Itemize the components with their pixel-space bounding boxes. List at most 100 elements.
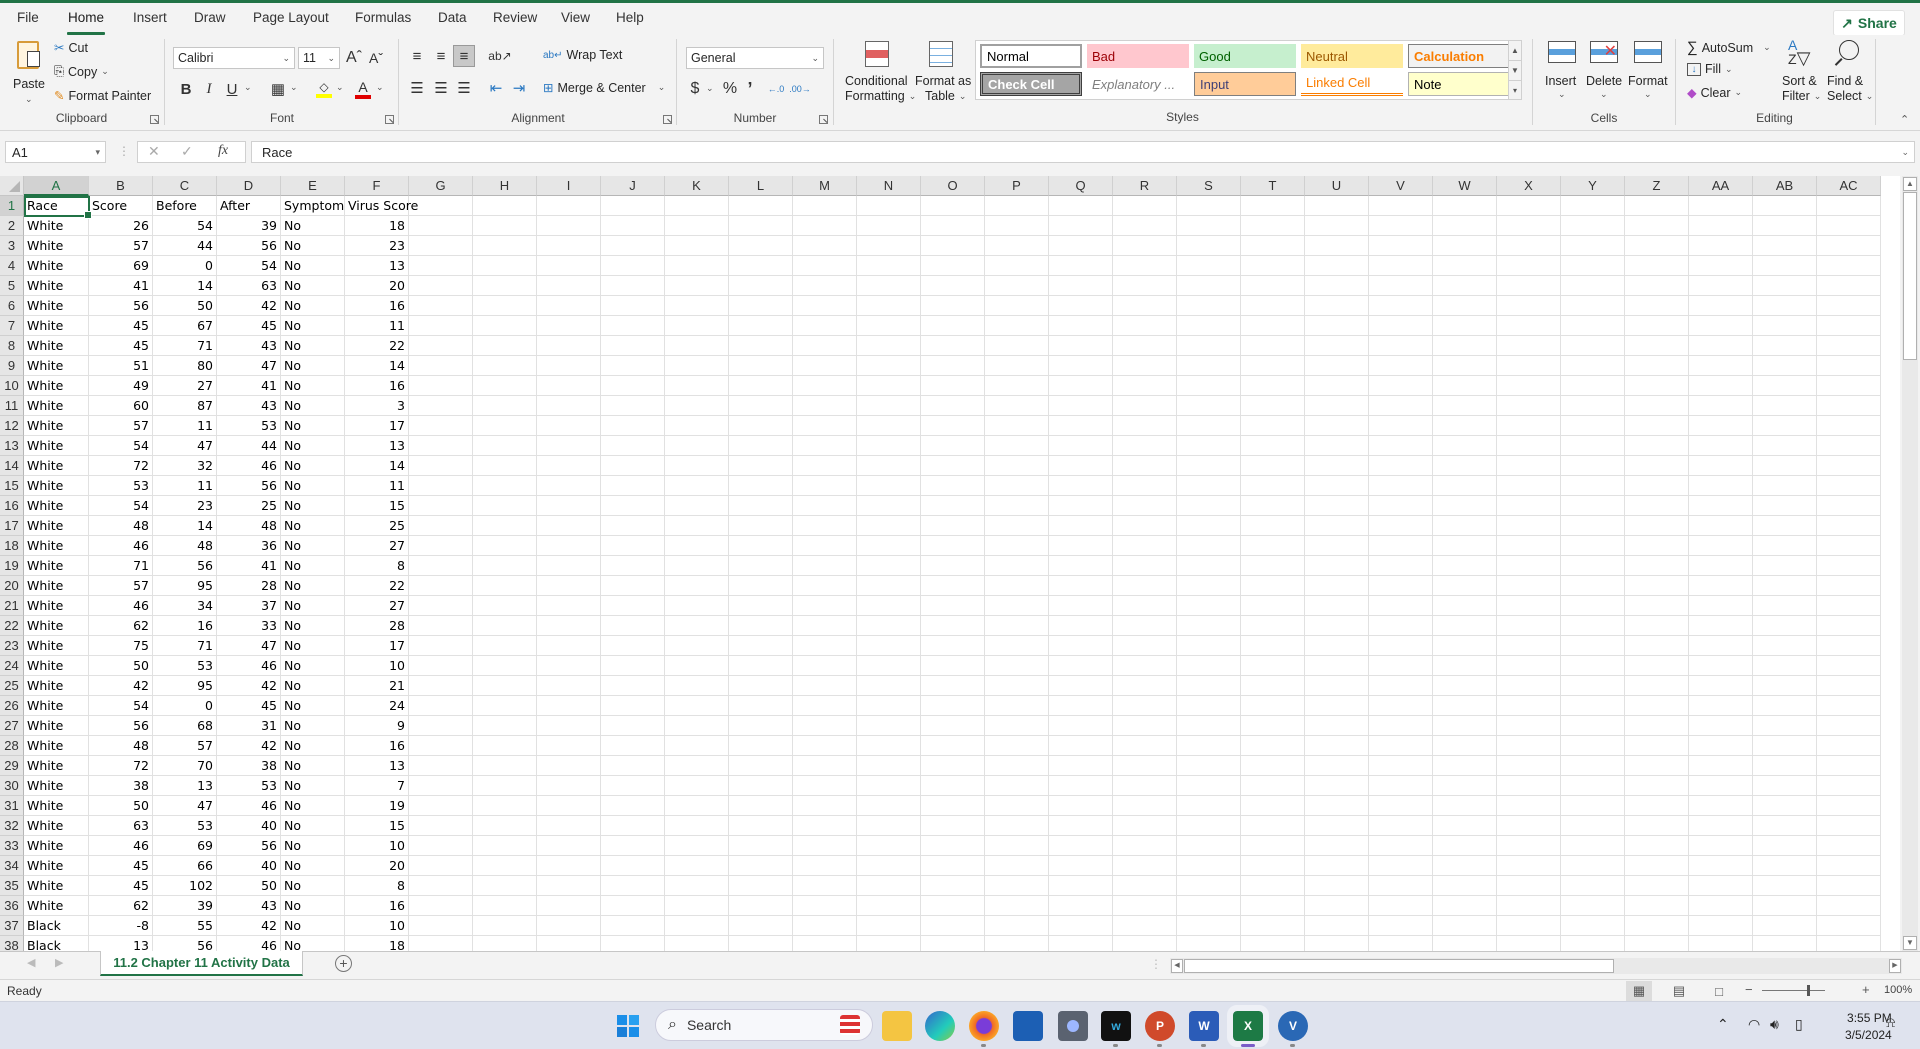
- cell-k30[interactable]: [665, 776, 729, 796]
- row-header-32[interactable]: 32: [0, 816, 24, 836]
- cell-ac9[interactable]: [1817, 356, 1881, 376]
- cell-d17[interactable]: 48: [217, 516, 281, 536]
- cell-r7[interactable]: [1113, 316, 1177, 336]
- cell-g12[interactable]: [409, 416, 473, 436]
- cell-f13[interactable]: 13: [345, 436, 409, 456]
- cell-n19[interactable]: [857, 556, 921, 576]
- cell-n27[interactable]: [857, 716, 921, 736]
- column-header-d[interactable]: D: [217, 176, 281, 196]
- cell-f27[interactable]: 9: [345, 716, 409, 736]
- cell-v28[interactable]: [1369, 736, 1433, 756]
- tab-formulas[interactable]: Formulas: [355, 10, 411, 25]
- cell-d1[interactable]: After: [217, 196, 281, 216]
- cell-r30[interactable]: [1113, 776, 1177, 796]
- edge-icon[interactable]: [925, 1011, 955, 1041]
- cell-y14[interactable]: [1561, 456, 1625, 476]
- cell-m38[interactable]: [793, 936, 857, 951]
- cell-y16[interactable]: [1561, 496, 1625, 516]
- cell-ac26[interactable]: [1817, 696, 1881, 716]
- bold-button[interactable]: B: [176, 78, 196, 100]
- cell-h38[interactable]: [473, 936, 537, 951]
- cell-c4[interactable]: 0: [153, 256, 217, 276]
- cell-j12[interactable]: [601, 416, 665, 436]
- cell-o14[interactable]: [921, 456, 985, 476]
- cell-ac27[interactable]: [1817, 716, 1881, 736]
- cell-z18[interactable]: [1625, 536, 1689, 556]
- cell-n37[interactable]: [857, 916, 921, 936]
- cell-x32[interactable]: [1497, 816, 1561, 836]
- cell-y3[interactable]: [1561, 236, 1625, 256]
- cell-q13[interactable]: [1049, 436, 1113, 456]
- cell-s16[interactable]: [1177, 496, 1241, 516]
- cell-v36[interactable]: [1369, 896, 1433, 916]
- cell-u7[interactable]: [1305, 316, 1369, 336]
- cell-o30[interactable]: [921, 776, 985, 796]
- cell-w20[interactable]: [1433, 576, 1497, 596]
- cell-m17[interactable]: [793, 516, 857, 536]
- tab-view[interactable]: View: [561, 10, 590, 25]
- cell-b33[interactable]: 46: [89, 836, 153, 856]
- cell-ab30[interactable]: [1753, 776, 1817, 796]
- cell-m1[interactable]: [793, 196, 857, 216]
- cell-e4[interactable]: No: [281, 256, 345, 276]
- number-dialog-launcher-icon[interactable]: [819, 115, 828, 124]
- cell-aa25[interactable]: [1689, 676, 1753, 696]
- cell-n4[interactable]: [857, 256, 921, 276]
- cell-ac38[interactable]: [1817, 936, 1881, 951]
- cell-a20[interactable]: White: [24, 576, 89, 596]
- cell-s28[interactable]: [1177, 736, 1241, 756]
- cell-w3[interactable]: [1433, 236, 1497, 256]
- cell-i30[interactable]: [537, 776, 601, 796]
- cell-y17[interactable]: [1561, 516, 1625, 536]
- cell-i21[interactable]: [537, 596, 601, 616]
- cell-h35[interactable]: [473, 876, 537, 896]
- cell-s34[interactable]: [1177, 856, 1241, 876]
- cell-u32[interactable]: [1305, 816, 1369, 836]
- cell-o19[interactable]: [921, 556, 985, 576]
- column-header-z[interactable]: Z: [1625, 176, 1689, 196]
- conditional-formatting-button[interactable]: Conditional Formatting ⌄: [841, 39, 916, 109]
- fill-button[interactable]: ↓ Fill ⌄: [1687, 62, 1733, 76]
- cell-n20[interactable]: [857, 576, 921, 596]
- add-sheet-icon[interactable]: +: [335, 955, 352, 972]
- cell-g32[interactable]: [409, 816, 473, 836]
- cell-i3[interactable]: [537, 236, 601, 256]
- cell-j26[interactable]: [601, 696, 665, 716]
- cell-e5[interactable]: No: [281, 276, 345, 296]
- cell-i16[interactable]: [537, 496, 601, 516]
- cell-ac37[interactable]: [1817, 916, 1881, 936]
- cell-a9[interactable]: White: [24, 356, 89, 376]
- cell-t19[interactable]: [1241, 556, 1305, 576]
- cell-g15[interactable]: [409, 476, 473, 496]
- cell-q3[interactable]: [1049, 236, 1113, 256]
- cell-r25[interactable]: [1113, 676, 1177, 696]
- cell-q26[interactable]: [1049, 696, 1113, 716]
- cell-i20[interactable]: [537, 576, 601, 596]
- cell-ab28[interactable]: [1753, 736, 1817, 756]
- cell-x19[interactable]: [1497, 556, 1561, 576]
- cell-l32[interactable]: [729, 816, 793, 836]
- cell-a6[interactable]: White: [24, 296, 89, 316]
- cell-s9[interactable]: [1177, 356, 1241, 376]
- cell-l11[interactable]: [729, 396, 793, 416]
- cell-p36[interactable]: [985, 896, 1049, 916]
- cell-i19[interactable]: [537, 556, 601, 576]
- cell-l35[interactable]: [729, 876, 793, 896]
- cell-v34[interactable]: [1369, 856, 1433, 876]
- style-input[interactable]: Input: [1194, 72, 1296, 96]
- cell-u22[interactable]: [1305, 616, 1369, 636]
- styles-gallery-scroll[interactable]: ▲ ▼ ▾: [1508, 40, 1522, 100]
- cell-ac18[interactable]: [1817, 536, 1881, 556]
- cell-r3[interactable]: [1113, 236, 1177, 256]
- cell-z19[interactable]: [1625, 556, 1689, 576]
- cell-q14[interactable]: [1049, 456, 1113, 476]
- cell-z5[interactable]: [1625, 276, 1689, 296]
- cell-ab7[interactable]: [1753, 316, 1817, 336]
- cell-a29[interactable]: White: [24, 756, 89, 776]
- cell-w10[interactable]: [1433, 376, 1497, 396]
- cell-o1[interactable]: [921, 196, 985, 216]
- cell-p38[interactable]: [985, 936, 1049, 951]
- cell-r13[interactable]: [1113, 436, 1177, 456]
- style-bad[interactable]: Bad: [1087, 44, 1189, 68]
- cell-h25[interactable]: [473, 676, 537, 696]
